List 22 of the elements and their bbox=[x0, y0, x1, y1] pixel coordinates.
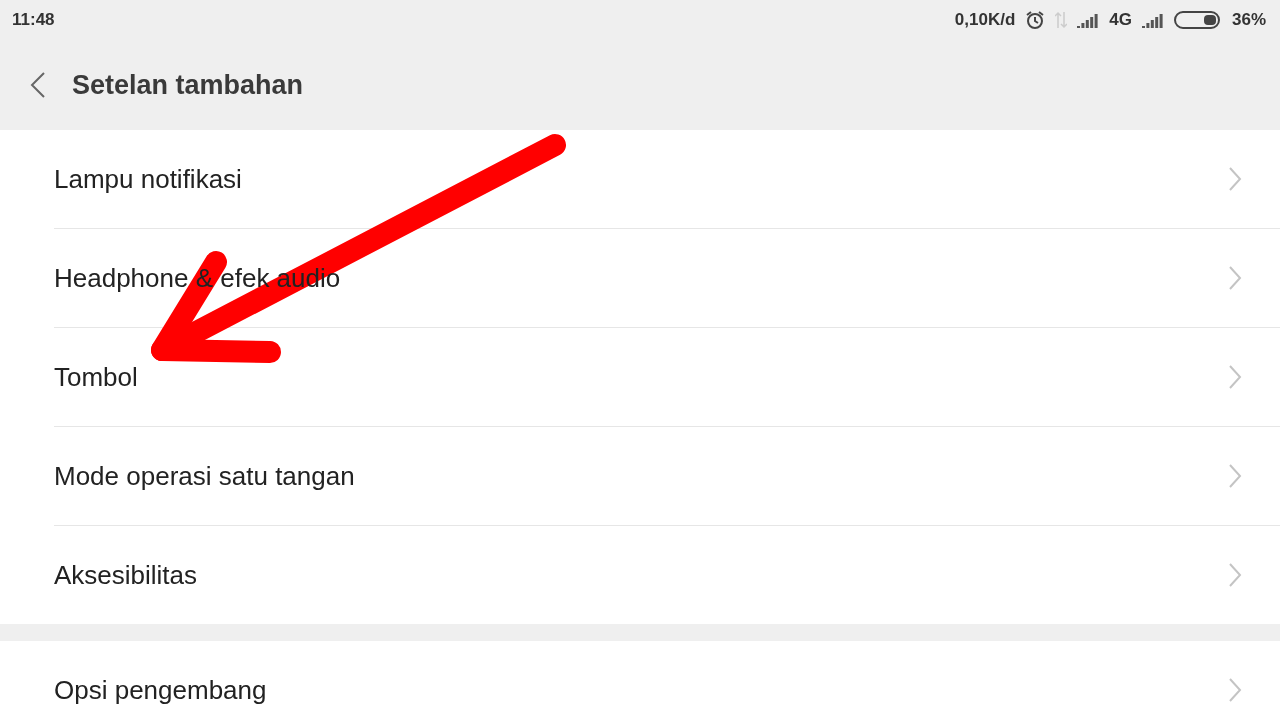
chevron-right-icon bbox=[1228, 463, 1242, 489]
settings-item[interactable]: Mode operasi satu tangan bbox=[54, 427, 1280, 526]
page-title: Setelan tambahan bbox=[72, 69, 304, 101]
alarm-clock-icon bbox=[1025, 10, 1046, 30]
chevron-right-icon bbox=[1228, 265, 1242, 291]
chevron-right-icon bbox=[1228, 677, 1242, 703]
chevron-right-icon bbox=[1228, 562, 1242, 588]
network-type: 4G bbox=[1109, 10, 1132, 30]
network-speed: 0,10K/d bbox=[954, 10, 1016, 30]
settings-item[interactable]: Lampu notifikasi bbox=[54, 130, 1280, 229]
back-icon[interactable] bbox=[30, 71, 46, 99]
settings-item[interactable]: Aksesibilitas bbox=[54, 526, 1280, 624]
chevron-right-icon bbox=[1228, 364, 1242, 390]
data-transfer-icon bbox=[1055, 11, 1068, 29]
clock-time: 11:48 bbox=[12, 10, 55, 30]
settings-item[interactable]: Tombol bbox=[54, 328, 1280, 427]
battery-percentage: 36% bbox=[1231, 10, 1266, 30]
signal-icon bbox=[1141, 12, 1164, 28]
chevron-right-icon bbox=[1228, 166, 1242, 192]
settings-item[interactable]: Opsi pengembang bbox=[54, 641, 1280, 720]
battery-icon bbox=[1173, 10, 1222, 30]
signal-icon bbox=[1077, 12, 1100, 28]
